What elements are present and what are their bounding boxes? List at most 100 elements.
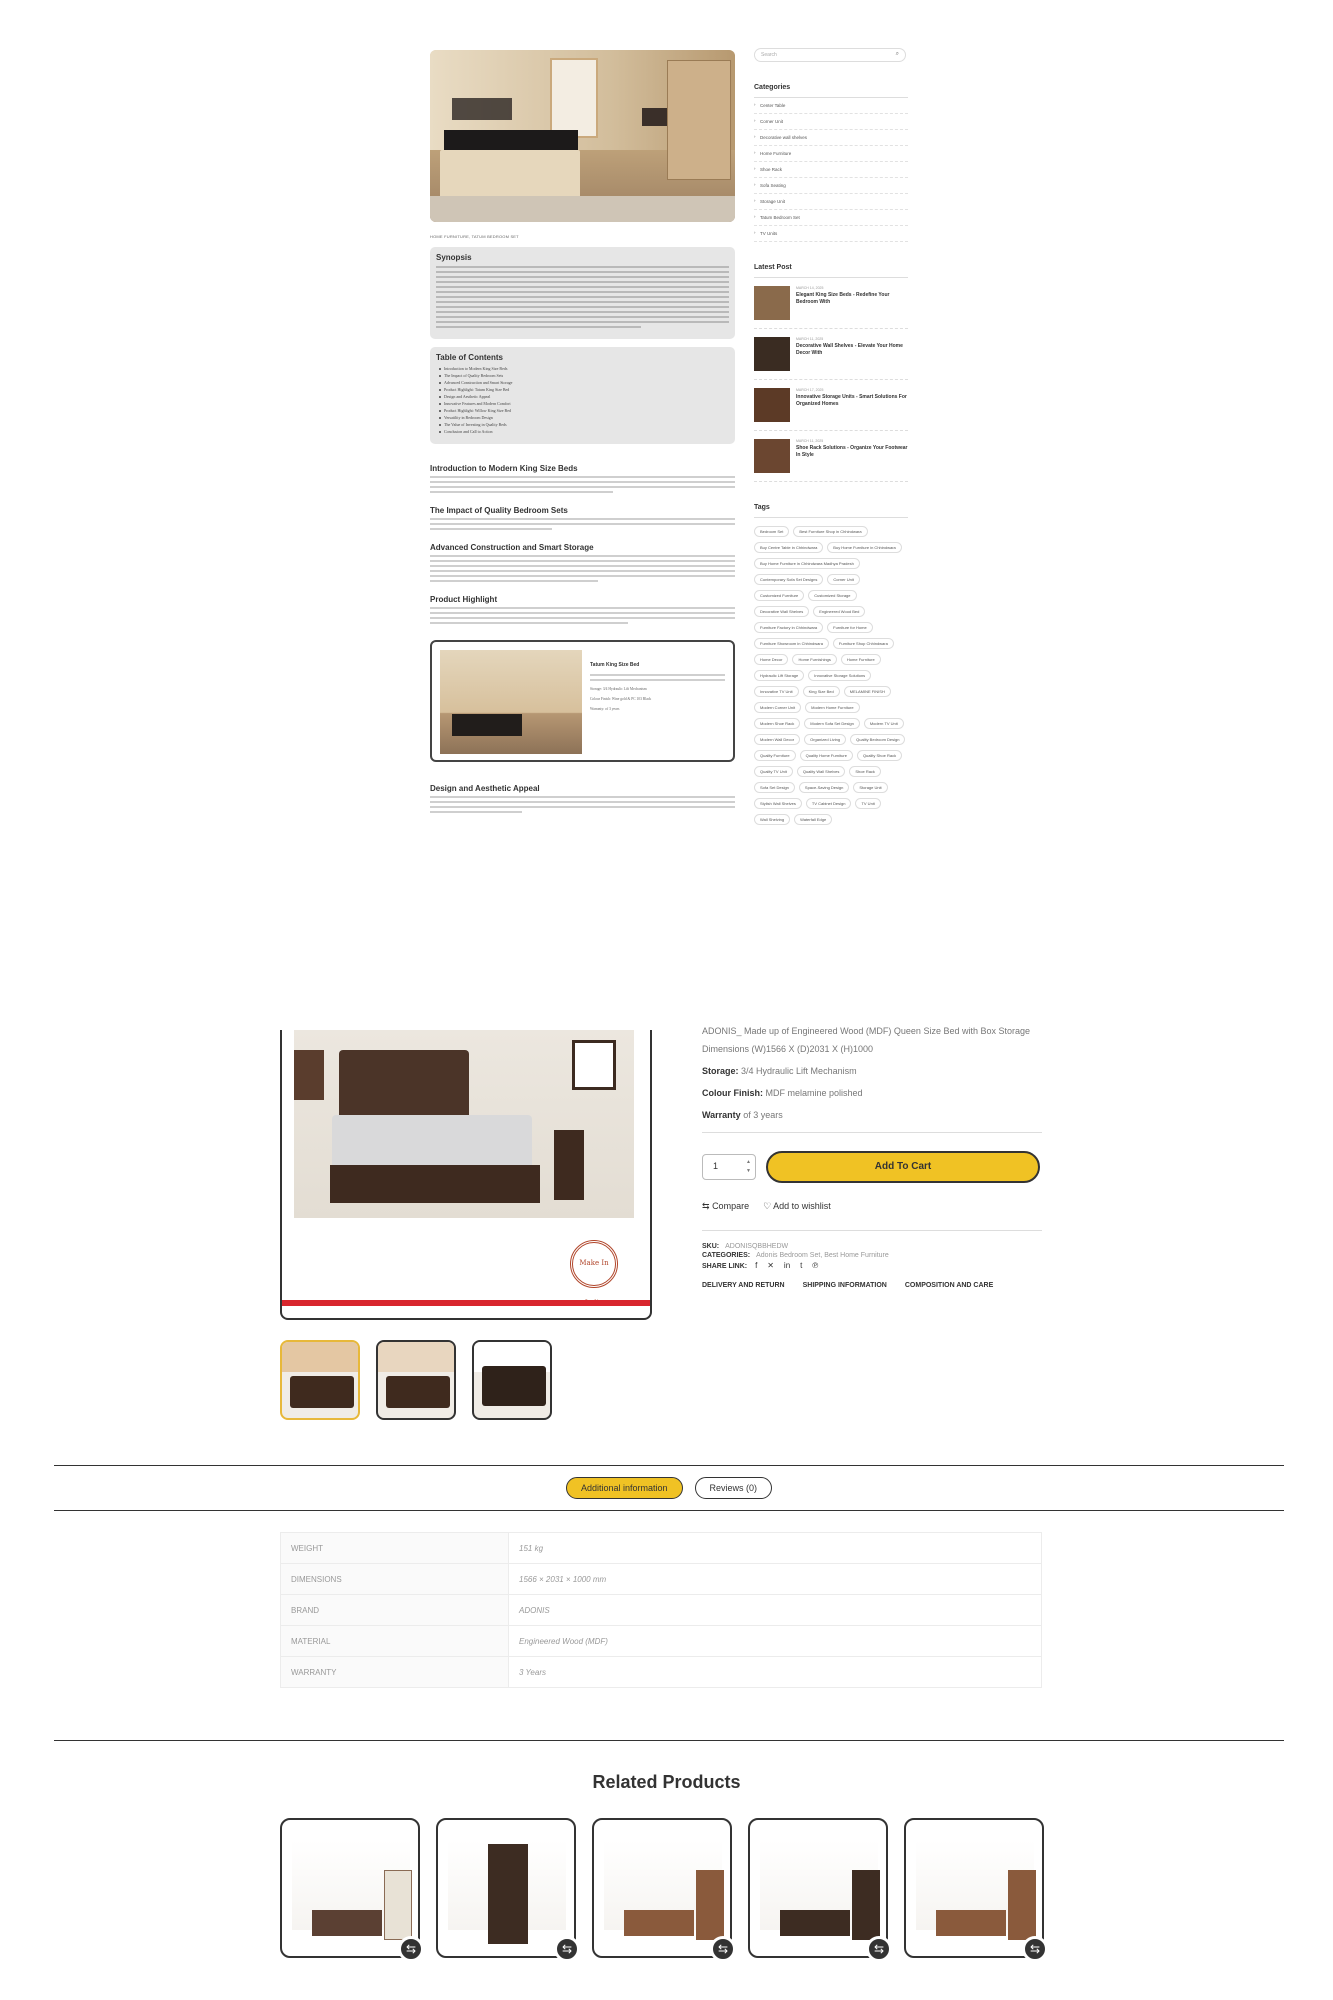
tag-item[interactable]: MELAMINE FINISH [843, 686, 891, 697]
thumbnail-1[interactable] [280, 1340, 360, 1420]
toc-item[interactable]: The Value of Investing in Quality Beds [439, 422, 729, 427]
category-item[interactable]: Corner Unit [754, 114, 908, 130]
toc-item[interactable]: Versatility in Bedroom Design [439, 415, 729, 420]
quantity-value[interactable]: 1 [713, 1161, 718, 1171]
category-item[interactable]: Shoe Rack [754, 162, 908, 178]
tag-item[interactable]: Sofa Set Design [754, 782, 795, 793]
increment-icon[interactable]: ▲ [746, 1159, 751, 1165]
tag-item[interactable]: Buy Home Furniture in Chhindwara Madhya … [754, 558, 860, 569]
tag-item[interactable]: Furniture for Home [827, 622, 873, 633]
tag-item[interactable]: Storage Unit [853, 782, 888, 793]
tag-item[interactable]: Stylish Wall Shelves [754, 798, 802, 809]
post-thumbnail[interactable] [754, 286, 790, 320]
tag-item[interactable]: Bedroom Set [754, 526, 790, 537]
compare-circle-icon[interactable]: ⇆ [1022, 1936, 1048, 1962]
blog-breadcrumb[interactable]: HOME FURNITURE, TATUM BEDROOM SET [430, 234, 735, 239]
category-item[interactable]: Tatum Bedroom Set [754, 210, 908, 226]
tag-item[interactable]: Quality Shoe Rack [856, 750, 903, 761]
tag-item[interactable]: Decorative Wall Shelves [754, 606, 810, 617]
tag-item[interactable]: Innovative Storage Solutions [808, 670, 872, 681]
compare-circle-icon[interactable]: ⇆ [710, 1936, 736, 1962]
add-to-cart-button[interactable]: Add To Cart [766, 1151, 1040, 1183]
category-item[interactable]: Sofa Seating [754, 178, 908, 194]
toc-item[interactable]: Product Highlight: Tatum King Size Bed [439, 387, 729, 392]
wishlist-link[interactable]: ♡ Add to wishlist [763, 1201, 831, 1212]
tag-item[interactable]: Space-Saving Design [798, 782, 850, 793]
tag-item[interactable]: Wall Shelving [754, 814, 791, 825]
tab-reviews[interactable]: Reviews (0) [694, 1477, 773, 1499]
decrement-icon[interactable]: ▼ [746, 1168, 751, 1174]
tag-item[interactable]: Home Decor [754, 654, 789, 665]
tag-item[interactable]: Modern Sofa Set Design [804, 718, 860, 729]
post-title[interactable]: Elegant King Size Beds - Redefine Your B… [796, 292, 908, 306]
tab-additional-information[interactable]: Additional information [565, 1477, 683, 1499]
category-item[interactable]: Decorative wall shelves [754, 130, 908, 146]
compare-circle-icon[interactable]: ⇆ [554, 1936, 580, 1962]
tag-item[interactable]: Quality Wall Shelves [796, 766, 846, 777]
tag-item[interactable]: Furniture Showroom in Chhindwara [754, 638, 829, 649]
tag-item[interactable]: Best Furniture Shop in Chhindwara [793, 526, 868, 537]
category-item[interactable]: TV Units [754, 226, 908, 242]
post-title[interactable]: Innovative Storage Units - Smart Solutio… [796, 394, 908, 408]
post-title[interactable]: Decorative Wall Shelves - Elevate Your H… [796, 343, 908, 357]
tumblr-icon[interactable]: t [800, 1261, 802, 1270]
product-gallery[interactable]: Make In India [280, 1030, 652, 1320]
toc-item[interactable]: Product Highlight: Willow King Size Bed [439, 408, 729, 413]
tag-item[interactable]: Home Furnishings [792, 654, 837, 665]
post-title[interactable]: Shoe Rack Solutions - Organize Your Foot… [796, 445, 908, 459]
tag-item[interactable]: Hydraulic Lift Storage [754, 670, 805, 681]
toc-item[interactable]: Design and Aesthetic Appeal [439, 394, 729, 399]
tag-item[interactable]: Shoe Rack [849, 766, 881, 777]
product-main-image[interactable] [294, 1030, 634, 1218]
thumbnail-2[interactable] [376, 1340, 456, 1420]
related-product-card[interactable]: ⇆ [280, 1818, 424, 1962]
toc-item[interactable]: Advanced Construction and Smart Storage [439, 380, 729, 385]
related-product-image[interactable] [292, 1840, 412, 1940]
compare-circle-icon[interactable]: ⇆ [866, 1936, 892, 1962]
post-thumbnail[interactable] [754, 388, 790, 422]
tag-item[interactable]: Customized Furniture [754, 590, 805, 601]
tag-item[interactable]: Quality Home Furniture [799, 750, 853, 761]
related-product-image[interactable] [916, 1840, 1036, 1940]
tag-item[interactable]: Customized Storage [808, 590, 857, 601]
tag-item[interactable]: Modern Shoe Rack [754, 718, 801, 729]
toc-item[interactable]: Introduction to Modern King Size Beds [439, 366, 729, 371]
x-icon[interactable]: ✕ [767, 1261, 774, 1270]
category-item[interactable]: Home Furniture [754, 146, 908, 162]
toc-item[interactable]: Innovative Features and Modern Comfort [439, 401, 729, 406]
latest-post[interactable]: MARCH 14, 2025 Elegant King Size Beds - … [754, 278, 908, 329]
linkedin-icon[interactable]: in [784, 1261, 790, 1270]
tag-item[interactable]: Quality Furniture [754, 750, 796, 761]
tag-item[interactable]: Buy Home Furniture in Chhindwara [827, 542, 902, 553]
related-product-image[interactable] [604, 1840, 724, 1940]
tag-item[interactable]: Engineered Wood Bed [813, 606, 866, 617]
tag-item[interactable]: Corner Unit [827, 574, 860, 585]
tag-item[interactable]: TV Unit [855, 798, 881, 809]
tag-item[interactable]: Modern Home Furniture [805, 702, 860, 713]
pinterest-icon[interactable]: ℗ [812, 1261, 818, 1270]
tag-item[interactable]: Waterfall Edge [794, 814, 833, 825]
post-thumbnail[interactable] [754, 439, 790, 473]
tag-item[interactable]: Furniture Shop Chhindwara [832, 638, 894, 649]
tag-item[interactable]: Contemporary Sofa Set Designs [754, 574, 824, 585]
category-value[interactable]: Adonis Bedroom Set, Best Home Furniture [756, 1252, 889, 1259]
related-product-card[interactable]: ⇆ [436, 1818, 580, 1962]
tag-item[interactable]: Home Furniture [840, 654, 881, 665]
thumbnail-3[interactable] [472, 1340, 552, 1420]
related-product-image[interactable] [760, 1840, 880, 1940]
tag-item[interactable]: Organized Living [804, 734, 847, 745]
compare-circle-icon[interactable]: ⇆ [398, 1936, 424, 1962]
tag-item[interactable]: Quality Bedroom Design [850, 734, 906, 745]
category-item[interactable]: Center Table [754, 98, 908, 114]
related-product-card[interactable]: ⇆ [748, 1818, 892, 1962]
search-icon[interactable]: ⌕ [896, 51, 899, 58]
latest-post[interactable]: MARCH 17, 2025 Innovative Storage Units … [754, 380, 908, 431]
related-product-card[interactable]: ⇆ [904, 1818, 1048, 1962]
related-product-image[interactable] [448, 1840, 566, 1944]
tab-delivery-return[interactable]: DELIVERY AND RETURN [702, 1282, 785, 1289]
toc-item[interactable]: The Impact of Quality Bedroom Sets [439, 373, 729, 378]
toc-item[interactable]: Conclusion and Call to Action [439, 429, 729, 434]
tag-item[interactable]: Innovative TV Unit [754, 686, 799, 697]
tab-shipping-information[interactable]: SHIPPING INFORMATION [803, 1282, 887, 1289]
post-thumbnail[interactable] [754, 337, 790, 371]
